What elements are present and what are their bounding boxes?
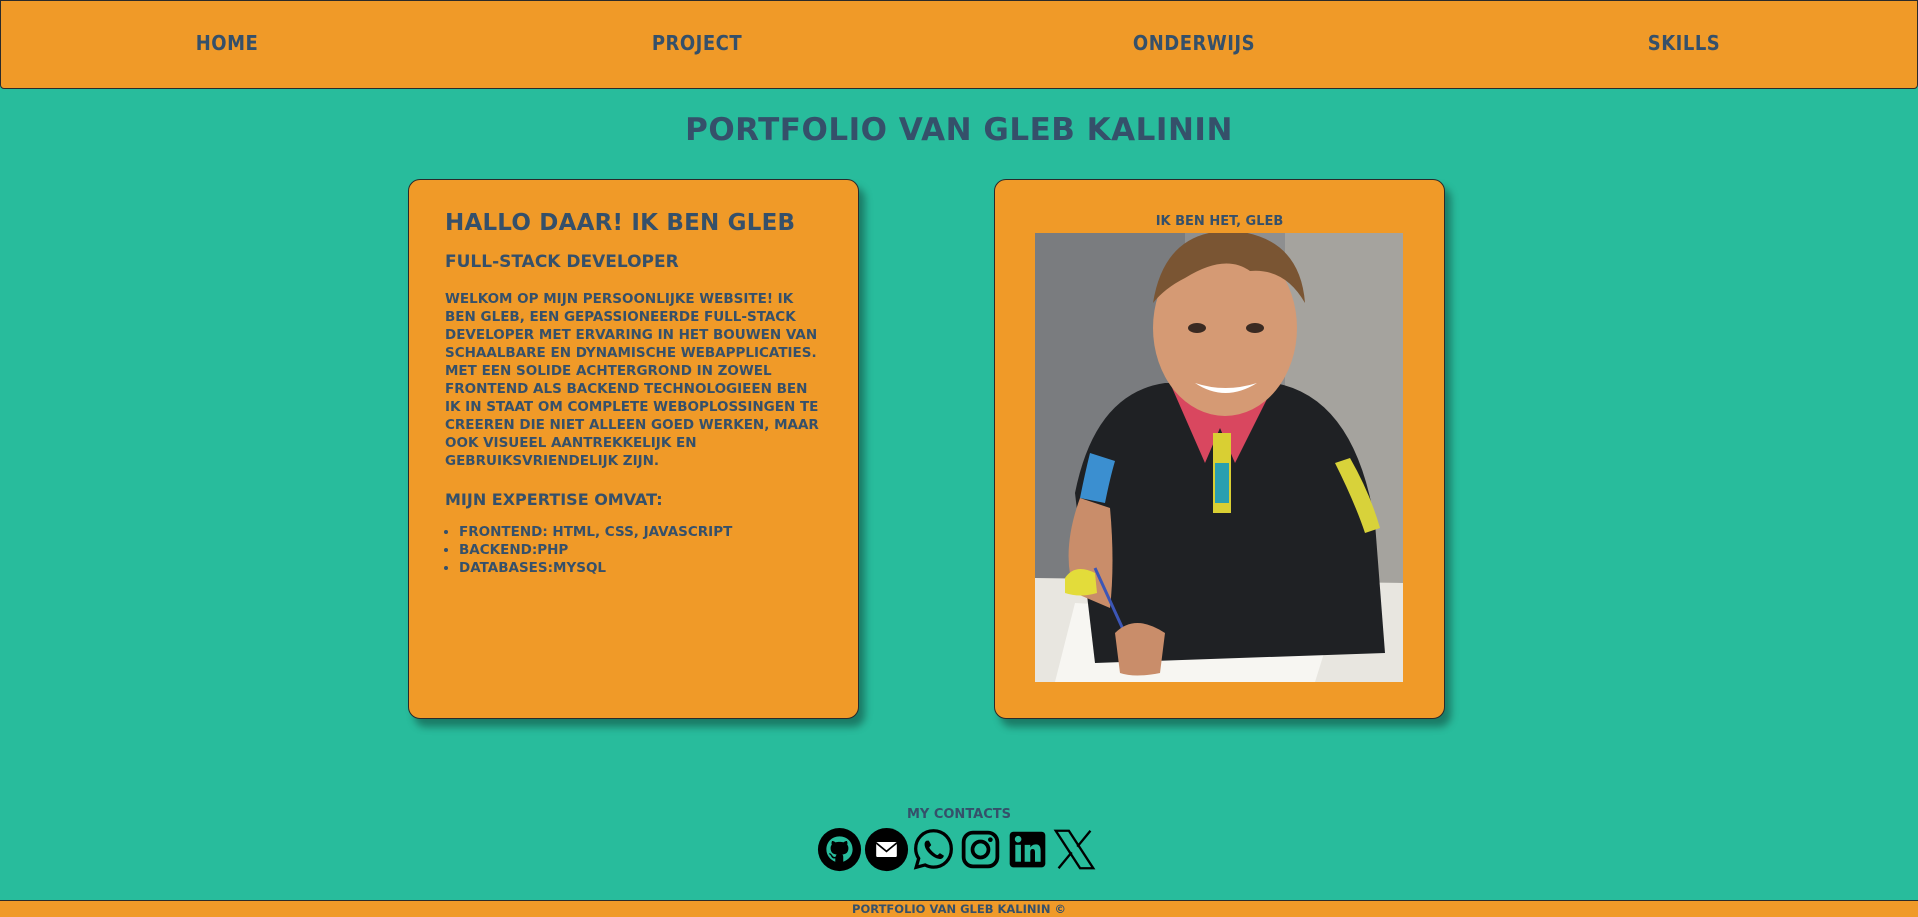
nav-skills-link[interactable]: SKILLS <box>1648 31 1720 55</box>
photo-card: IK BEN HET, GLEB <box>994 179 1445 719</box>
nav-project-link[interactable]: PROJECT <box>652 31 742 55</box>
footer: PORTFOLIO VAN GLEB KALININ © <box>0 900 1918 917</box>
whatsapp-icon[interactable] <box>911 827 956 872</box>
top-navigation: HOME PROJECT ONDERWIJS SKILLS <box>0 0 1918 89</box>
expertise-list: FRONTEND: HTML, CSS, JAVASCRIPT BACKEND:… <box>445 523 822 577</box>
expertise-item: BACKEND:PHP <box>459 541 822 559</box>
profile-photo-illustration <box>1035 233 1403 682</box>
x-icon[interactable] <box>1052 827 1097 872</box>
linkedin-icon[interactable] <box>1005 827 1050 872</box>
nav-home-link[interactable]: HOME <box>196 31 259 55</box>
contacts-title: MY CONTACTS <box>906 807 1012 822</box>
expertise-heading: MIJN EXPERTISE OMVAT: <box>445 490 663 509</box>
nav-onderwijs-link[interactable]: ONDERWIJS <box>1133 31 1255 55</box>
profile-photo <box>1035 233 1403 682</box>
intro-card: HALLO DAAR! IK BEN GLEB FULL-STACK DEVEL… <box>408 179 859 719</box>
photo-caption: IK BEN HET, GLEB <box>1155 214 1284 229</box>
contacts-row <box>817 825 1097 873</box>
expertise-item: DATABASES:MYSQL <box>459 559 822 577</box>
intro-role: FULL-STACK DEVELOPER <box>445 252 679 272</box>
instagram-icon[interactable] <box>958 827 1003 872</box>
expertise-item: FRONTEND: HTML, CSS, JAVASCRIPT <box>459 523 822 541</box>
intro-heading: HALLO DAAR! IK BEN GLEB <box>445 210 796 236</box>
intro-text: WELKOM OP MIJN PERSOONLIJKE WEBSITE! IK … <box>445 291 819 469</box>
page-title: PORTFOLIO VAN GLEB KALININ <box>685 112 1233 148</box>
email-icon[interactable] <box>864 827 909 872</box>
github-icon[interactable] <box>817 827 862 872</box>
